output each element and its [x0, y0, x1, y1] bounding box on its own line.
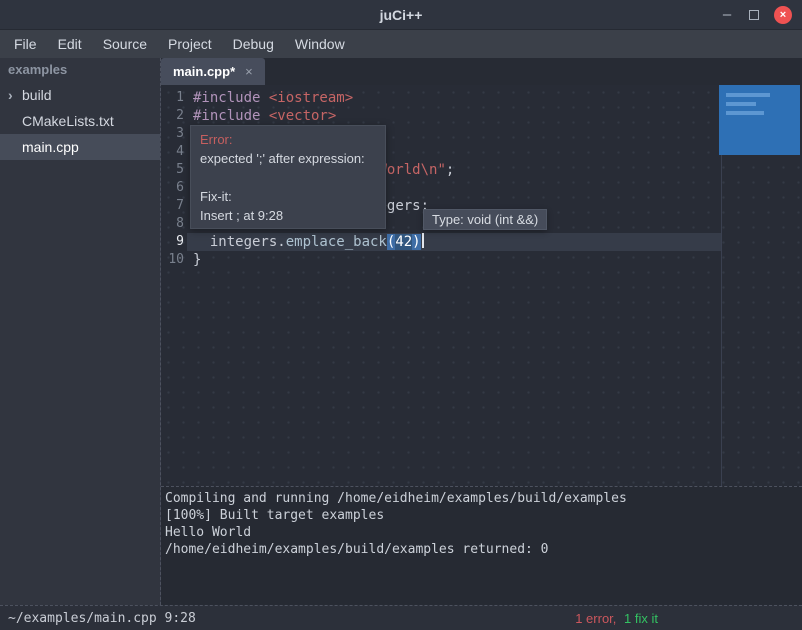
minimize-button[interactable]: –: [720, 0, 734, 30]
file-tree: ›build CMakeLists.txt main.cpp: [0, 82, 160, 160]
line-number: 4: [161, 143, 187, 161]
terminal-line: Compiling and running /home/eidheim/exam…: [165, 490, 798, 507]
sidebar-item-build[interactable]: ›build: [0, 82, 160, 108]
cursor-location: ~/examples/main.cpp 9:28: [0, 611, 196, 626]
line-number: 9: [161, 233, 187, 251]
editor-line-1[interactable]: 1#include <iostream>: [161, 89, 802, 107]
editor-line-9[interactable]: 9 integers.emplace_back(42): [161, 233, 802, 251]
line-number: 10: [161, 251, 187, 269]
menu-window[interactable]: Window: [292, 34, 348, 54]
terminal-panel[interactable]: Compiling and running /home/eidheim/exam…: [161, 486, 802, 605]
fixit-title: Fix-it:: [200, 187, 376, 206]
minimap[interactable]: [719, 85, 800, 155]
error-tooltip-message: expected ';' after expression:: [200, 149, 376, 168]
fixit-text: Insert ; at 9:28: [200, 206, 376, 225]
fixit-count: 1 fix it: [624, 611, 658, 626]
type-tooltip: Type: void (int &&): [423, 209, 547, 230]
menu-project[interactable]: Project: [165, 34, 215, 54]
tab-label: main.cpp*: [173, 64, 235, 79]
window-controls: – ×: [720, 0, 792, 30]
main-area: main.cpp* × 1#include <iostream>2#includ…: [160, 58, 802, 605]
tab-close-icon[interactable]: ×: [245, 64, 253, 79]
line-number: 6: [161, 179, 187, 197]
minimap-line: [726, 102, 756, 106]
diagnostics-status: 1 error, 1 fix it: [575, 611, 658, 626]
status-bar: ~/examples/main.cpp 9:28 1 error, 1 fix …: [0, 605, 802, 630]
window-title: juCi++: [0, 0, 802, 30]
sidebar-item-cmakelists-txt[interactable]: CMakeLists.txt: [0, 108, 160, 134]
terminal-line: Hello World: [165, 524, 798, 541]
line-number: 3: [161, 125, 187, 143]
menu-source[interactable]: Source: [100, 34, 150, 54]
editor-line-10[interactable]: 10}: [161, 251, 802, 269]
editor-line-2[interactable]: 2#include <vector>: [161, 107, 802, 125]
file-label: build: [22, 87, 52, 103]
restore-button[interactable]: [749, 10, 759, 20]
code-line: }: [187, 251, 721, 269]
file-explorer: examples ›build CMakeLists.txt main.cpp: [0, 58, 160, 605]
sidebar-item-main-cpp[interactable]: main.cpp: [0, 134, 160, 160]
minimap-line: [726, 93, 770, 97]
line-number: 1: [161, 89, 187, 107]
menu-file[interactable]: File: [11, 34, 40, 54]
code-line: #include <iostream>: [187, 89, 721, 107]
terminal-line: [100%] Built target examples: [165, 507, 798, 524]
code-line: #include <vector>: [187, 107, 721, 125]
tab-bar: main.cpp* ×: [161, 58, 802, 85]
title-bar: juCi++ – ×: [0, 0, 802, 30]
error-tooltip-title: Error:: [200, 130, 376, 149]
tab-main-cpp[interactable]: main.cpp* ×: [161, 58, 265, 85]
close-button[interactable]: ×: [774, 6, 792, 24]
menu-edit[interactable]: Edit: [55, 34, 85, 54]
menu-debug[interactable]: Debug: [230, 34, 277, 54]
menu-bar: File Edit Source Project Debug Window: [0, 30, 802, 58]
file-label: CMakeLists.txt: [22, 113, 114, 129]
line-number: 7: [161, 197, 187, 215]
project-root-label: examples: [0, 58, 160, 82]
terminal-output: Compiling and running /home/eidheim/exam…: [165, 490, 798, 558]
minimap-line: [726, 111, 764, 115]
code-line: integers.emplace_back(42): [187, 233, 721, 251]
terminal-line: /home/eidheim/examples/build/examples re…: [165, 541, 798, 558]
line-number: 5: [161, 161, 187, 179]
error-tooltip: Error: expected ';' after expression: Fi…: [190, 125, 386, 229]
line-number: 2: [161, 107, 187, 125]
chevron-right-icon: ›: [8, 88, 22, 102]
editor[interactable]: 1#include <iostream>2#include <vector>34…: [161, 85, 802, 486]
file-label: main.cpp: [22, 139, 79, 155]
line-number: 8: [161, 215, 187, 233]
error-count: 1 error,: [575, 611, 616, 626]
text-cursor: [422, 233, 424, 248]
error-tooltip-spacer: [200, 168, 376, 187]
